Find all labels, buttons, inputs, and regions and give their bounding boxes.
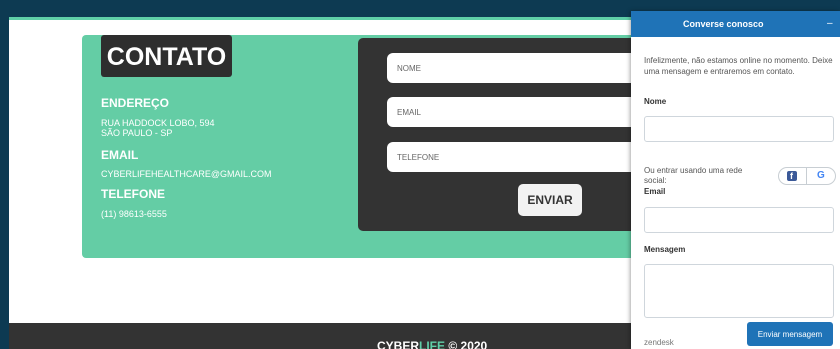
- facebook-glyph: f: [790, 171, 793, 181]
- social-login-buttons: f G: [778, 167, 836, 185]
- name-input[interactable]: [387, 53, 647, 83]
- chat-message-label: Mensagem: [644, 245, 686, 254]
- google-icon[interactable]: G: [817, 170, 825, 181]
- chat-widget: Converse conosco – Infelizmente, não est…: [631, 11, 840, 349]
- email-value: CYBERLIFEHEALTHCARE@GMAIL.COM: [101, 169, 272, 179]
- phone-input[interactable]: [387, 142, 647, 172]
- chat-send-button[interactable]: Enviar mensagem: [747, 322, 833, 346]
- email-input[interactable]: [387, 97, 647, 127]
- facebook-icon[interactable]: f: [787, 171, 797, 181]
- address-line1: RUA HADDOCK LOBO, 594: [101, 118, 215, 128]
- chat-name-input[interactable]: [644, 116, 834, 142]
- chat-email-input[interactable]: [644, 207, 834, 233]
- phone-heading: TELEFONE: [101, 187, 166, 201]
- chat-name-label: Nome: [644, 97, 667, 106]
- chat-message-input[interactable]: [644, 264, 834, 318]
- submit-button[interactable]: ENVIAR: [518, 184, 582, 216]
- social-separator: [806, 168, 807, 184]
- minimize-icon[interactable]: –: [827, 18, 833, 29]
- footer-brand: CYBERLIFE © 2020: [377, 339, 487, 349]
- footer-brand-cyber: CYBER: [377, 339, 420, 349]
- chat-title: Converse conosco: [683, 19, 764, 29]
- phone-value: (11) 98613-6555: [101, 209, 167, 219]
- chat-email-label: Email: [644, 187, 666, 196]
- email-heading: EMAIL: [101, 148, 139, 162]
- social-login-text: Ou entrar usando uma rede social:: [644, 166, 743, 185]
- footer-copyright: © 2020: [445, 339, 488, 349]
- address-line2: SÃO PAULO - SP: [101, 128, 173, 138]
- chat-header: Converse conosco –: [631, 11, 840, 37]
- footer-brand-life: LIFE: [419, 339, 446, 349]
- address-heading: ENDEREÇO: [101, 96, 170, 110]
- zendesk-branding[interactable]: zendesk: [644, 338, 674, 347]
- chat-offline-notice: Infelizmente, não estamos online no mome…: [644, 56, 833, 76]
- contact-title: CONTATO: [101, 35, 232, 77]
